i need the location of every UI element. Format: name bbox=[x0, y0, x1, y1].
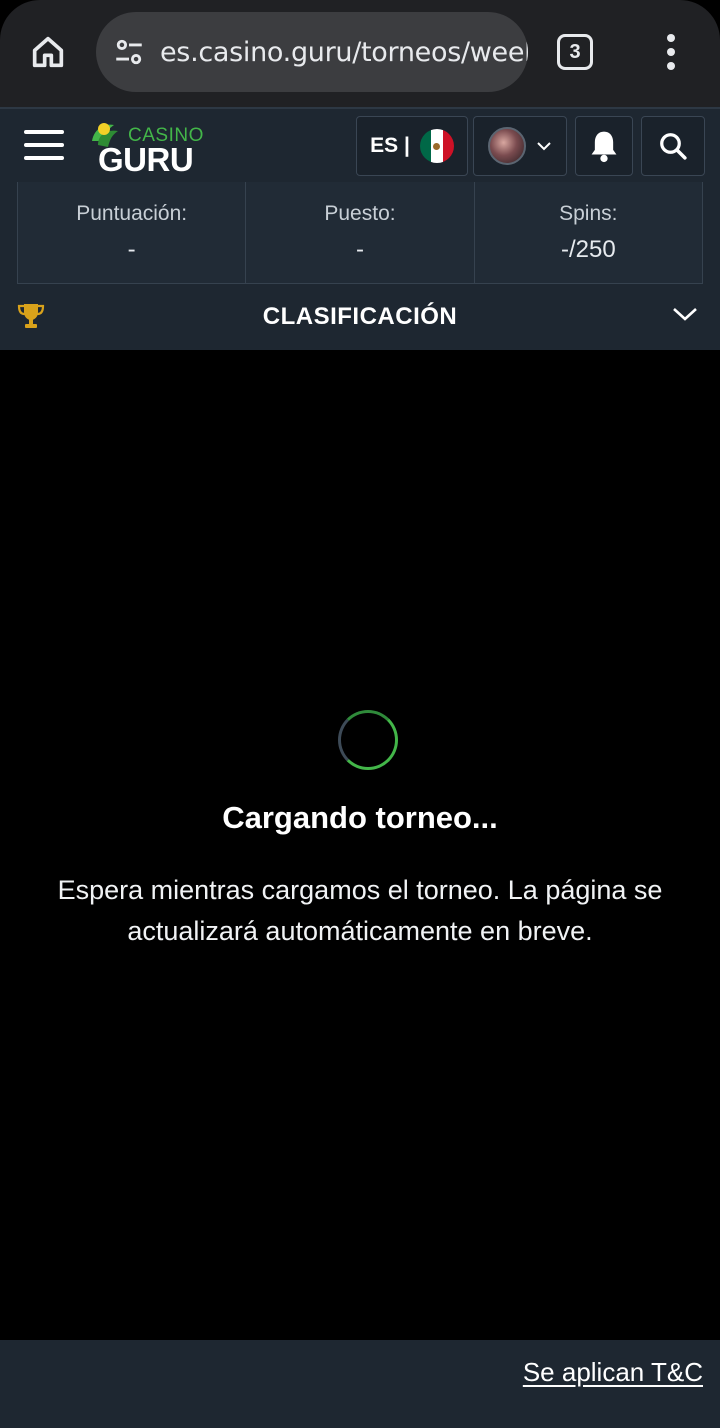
more-vert-icon bbox=[667, 34, 675, 42]
terms-link[interactable]: Se aplican T&C bbox=[523, 1357, 703, 1388]
stat-spins: Spins: -/250 bbox=[475, 182, 702, 283]
language-label: ES | bbox=[370, 134, 410, 157]
stats-panel: Puntuación: - Puesto: - Spins: -/250 bbox=[17, 182, 703, 284]
casino-guru-logo[interactable]: CASINO GURU bbox=[88, 119, 208, 178]
site-settings-icon[interactable] bbox=[112, 35, 146, 69]
stat-value: -/250 bbox=[560, 236, 616, 263]
stat-score: Puntuación: - bbox=[18, 182, 247, 283]
logo-guru-text: GURU bbox=[98, 141, 194, 178]
stat-label: Puesto: bbox=[324, 202, 396, 225]
notifications-button[interactable] bbox=[575, 116, 633, 176]
hamburger-menu-icon[interactable] bbox=[24, 130, 64, 160]
tab-switcher-button[interactable]: 3 bbox=[557, 34, 593, 70]
trophy-icon bbox=[17, 304, 45, 328]
home-icon bbox=[32, 36, 64, 68]
user-menu-button[interactable] bbox=[473, 116, 567, 176]
mexico-flag-icon bbox=[419, 129, 454, 163]
browser-menu-button[interactable] bbox=[656, 30, 686, 74]
language-selector[interactable]: ES | bbox=[356, 116, 468, 176]
home-button[interactable] bbox=[22, 26, 74, 78]
tournament-content: Cargando torneo... Espera mientras carga… bbox=[0, 350, 720, 1340]
stat-value: - bbox=[127, 236, 136, 263]
browser-toolbar: es.casino.guru/torneos/weekly 3 bbox=[0, 0, 720, 107]
stat-label: Spins: bbox=[559, 202, 618, 225]
search-button[interactable] bbox=[641, 116, 705, 176]
stat-label: Puntuación: bbox=[76, 202, 188, 225]
address-bar[interactable]: es.casino.guru/torneos/weekly bbox=[96, 12, 528, 92]
search-icon bbox=[660, 133, 687, 160]
stat-value: - bbox=[355, 236, 364, 263]
avatar bbox=[488, 127, 526, 165]
loading-spinner bbox=[338, 710, 398, 770]
bell-icon bbox=[591, 131, 617, 163]
footer-bar: Se aplican T&C bbox=[0, 1340, 720, 1428]
stat-position: Puesto: - bbox=[246, 182, 475, 283]
site-header: CASINO GURU ES | bbox=[0, 107, 720, 182]
leaderboard-toggle[interactable]: CLASIFICACIÓN bbox=[0, 284, 720, 350]
tournament-stats-section: Puntuación: - Puesto: - Spins: -/250 CLA… bbox=[0, 182, 720, 350]
loading-message: Espera mientras cargamos el torneo. La p… bbox=[57, 875, 663, 946]
chevron-down-icon bbox=[537, 142, 551, 151]
leaderboard-title: CLASIFICACIÓN bbox=[262, 303, 458, 330]
url-text: es.casino.guru/torneos/weekly bbox=[160, 36, 528, 68]
chevron-down-icon bbox=[673, 308, 697, 321]
loading-title: Cargando torneo... bbox=[222, 800, 498, 835]
